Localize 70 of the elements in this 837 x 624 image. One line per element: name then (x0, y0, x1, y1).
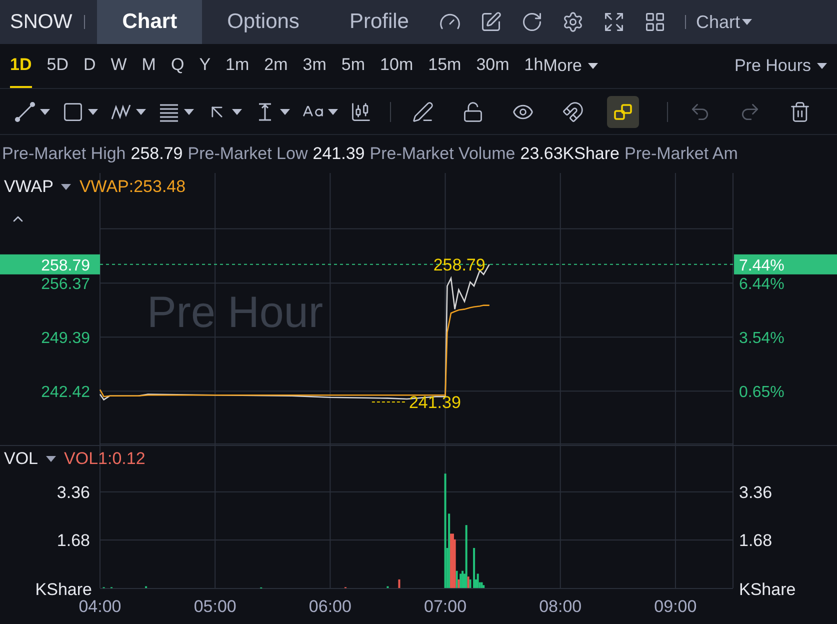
stat-label: Pre-Market Low (188, 144, 308, 164)
caret-icon (88, 108, 98, 115)
price-axis-label: 256.37 (41, 276, 90, 294)
linked-squares-icon[interactable] (607, 96, 639, 128)
current-price-label: 258.79 (0, 254, 100, 274)
nav-tab[interactable]: Profile (324, 0, 434, 44)
high-price-label: 258.79 (433, 255, 486, 274)
chart-menu[interactable]: Chart (696, 12, 758, 32)
stat-value: 23.63KShare (520, 144, 620, 164)
indicator-name[interactable]: VOL (4, 449, 38, 469)
percent-axis-label: 0.65% (739, 384, 784, 402)
nav-tab[interactable]: Chart (97, 0, 202, 44)
time-axis-label: 09:00 (654, 597, 697, 616)
timeframe-tab[interactable]: Y (199, 44, 211, 88)
stat-value: 241.39 (312, 144, 365, 164)
timeframe-tab[interactable]: 1m (226, 44, 250, 88)
caret-icon (136, 108, 146, 115)
percent-axis-label: 6.44% (739, 276, 784, 294)
caret-icon (61, 184, 72, 190)
caret-icon (40, 108, 50, 115)
stat-label: Pre-Market Volume (370, 144, 516, 164)
caret-icon (588, 63, 598, 69)
caret-icon (46, 456, 56, 462)
price-axis-label: 249.39 (41, 330, 90, 348)
price-axis-label: 242.42 (41, 384, 90, 402)
timeframe-tab[interactable]: M (142, 44, 156, 88)
stat-value: 258.79 (130, 144, 183, 164)
more-menu[interactable]: More (543, 56, 604, 76)
volume-axis-label: 1.68 (739, 530, 772, 550)
time-axis-label: 08:00 (539, 597, 582, 616)
timeframe-tab[interactable]: D (83, 44, 96, 88)
leader-line (371, 402, 406, 403)
stat-label: Pre-Market Am (624, 144, 738, 164)
timeframe-tab[interactable]: Q (170, 44, 184, 88)
timeframe-tab[interactable]: 15m (428, 44, 462, 88)
indicator-value: VWAP:253.48 (79, 177, 186, 197)
volume-bar (398, 579, 400, 588)
session-menu[interactable]: Pre Hours (734, 56, 833, 76)
timeframe-tab[interactable]: 1D (10, 44, 32, 88)
volume-unit-label: KShare (35, 580, 92, 599)
timeframe-tab[interactable]: 3m (302, 44, 326, 88)
ticker-symbol: SNOW (9, 10, 74, 34)
caret-icon (328, 108, 338, 115)
timeframe-tab[interactable]: W (110, 44, 127, 88)
caret-icon (184, 108, 194, 115)
timeframe-tab[interactable]: 10m (380, 44, 414, 88)
timeframe-tab[interactable]: 2m (264, 44, 288, 88)
timeframe-tab[interactable]: 5m (341, 44, 366, 88)
volume-axis-label: 3.36 (739, 482, 772, 502)
volume-unit-label: KShare (739, 580, 796, 599)
change-percent-label: 7.44% (734, 254, 837, 274)
indicator-value: VOL1:0.12 (64, 449, 146, 469)
volume-axis-label: 3.36 (56, 482, 90, 502)
timeframe-tab[interactable]: 1h (524, 44, 544, 88)
timeframe-tab[interactable]: 30m (476, 44, 510, 88)
nav-tab[interactable]: Options (202, 0, 324, 44)
caret-icon (280, 108, 290, 115)
percent-axis-label: 3.54% (739, 330, 784, 348)
stat-label: Pre-Market High (2, 144, 126, 164)
time-axis-label: 04:00 (78, 597, 122, 616)
indicator-name[interactable]: VWAP (4, 177, 54, 197)
time-axis-label: 07:00 (424, 597, 467, 616)
caret-icon (232, 108, 242, 115)
time-axis-label: 06:00 (308, 597, 352, 616)
time-axis-label: 05:00 (194, 597, 236, 616)
low-price-label: 241.39 (408, 393, 461, 412)
caret-icon (742, 19, 752, 25)
timeframe-tab[interactable]: 5D (46, 44, 68, 88)
caret-icon (817, 63, 827, 69)
volume-axis-label: 1.68 (56, 530, 90, 550)
